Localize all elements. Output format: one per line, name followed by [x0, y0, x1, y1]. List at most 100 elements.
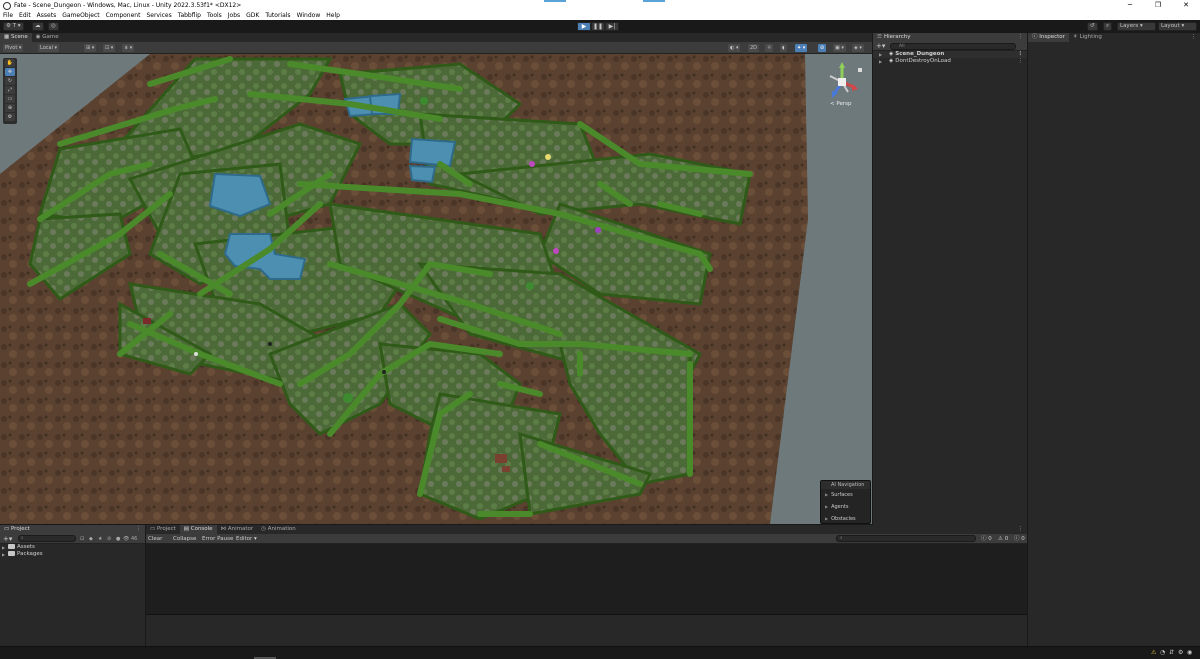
console-detail-area — [146, 614, 1027, 646]
2d-toggle[interactable]: 2D — [748, 44, 760, 52]
menu-tools[interactable]: Tools — [207, 12, 222, 19]
row-menu-icon[interactable]: ⋮ — [1018, 58, 1024, 65]
lighting-toggle[interactable]: ☼ — [765, 44, 774, 52]
tab-inspector[interactable]: ⓘ Inspector — [1028, 33, 1069, 42]
menu-jobs[interactable]: Jobs — [228, 12, 240, 19]
hidden-objects-toggle[interactable]: ⊘ — [818, 44, 827, 52]
menu-gameobject[interactable]: GameObject — [62, 12, 99, 19]
panel-menu-icon[interactable]: ⋮ — [136, 525, 142, 534]
scale-tool-icon[interactable]: ⤢ — [5, 86, 15, 94]
favorite-icon[interactable]: ★ — [98, 535, 107, 543]
tab-animation[interactable]: ◷ Animation — [257, 525, 300, 534]
tab-animator[interactable]: ⋈ Animator — [217, 525, 258, 534]
rotate-tool-icon[interactable]: ↻ — [5, 77, 15, 85]
ai-nav-obstacles[interactable]: ▶ Obstacles — [821, 513, 870, 524]
editor-dropdown[interactable]: Editor ▾ — [236, 534, 257, 544]
tab-scene[interactable]: ▦ Scene — [0, 33, 32, 42]
panel-menu-icon[interactable]: ⋮ — [1018, 33, 1024, 42]
console-search-input[interactable]: ⌕ — [836, 535, 976, 542]
layout-dropdown[interactable]: Layout ▾ — [1158, 22, 1197, 31]
tab-project[interactable]: ▭ Project ⋮ — [0, 525, 145, 534]
menu-tabbflip[interactable]: Tabbflip — [178, 12, 201, 19]
move-tool-icon[interactable]: ✥ — [5, 68, 15, 76]
hierarchy-search-input[interactable]: All — [890, 43, 1016, 50]
ai-nav-surfaces[interactable]: ▶ Surfaces — [821, 489, 870, 501]
progress-icon[interactable]: ◔ — [1160, 649, 1169, 656]
audio-toggle[interactable]: ◖ — [780, 44, 787, 52]
row-menu-icon[interactable]: ⋮ — [1018, 51, 1024, 58]
pivot-dropdown[interactable]: Pivot ▾ — [3, 44, 24, 52]
fold-arrow-icon[interactable]: ▶ — [2, 544, 5, 551]
collab-icon[interactable]: ◎ — [48, 22, 59, 31]
hidden-packages-icon[interactable]: ⊘ — [107, 535, 116, 543]
filter-type-icon[interactable]: ⊡ — [80, 535, 89, 543]
warning-counter[interactable]: ⚠ 0 — [998, 534, 1008, 544]
hierarchy-row-scene[interactable]: ▶ ◈ Scene_Dungeon ⋮ — [873, 51, 1027, 58]
warning-icon[interactable]: ⚠ — [1151, 649, 1160, 656]
menu-tutorials[interactable]: Tutorials — [265, 12, 290, 19]
rect-tool-icon[interactable]: ▭ — [5, 95, 15, 103]
panel-menu-icon[interactable]: ⋮ — [1018, 525, 1024, 534]
history-icon[interactable]: ↺ — [1087, 22, 1098, 31]
tab-console[interactable]: ▤ Console — [179, 525, 217, 534]
gizmos-dropdown[interactable]: ◈ ▾ — [852, 44, 864, 52]
menu-window[interactable]: Window — [297, 12, 321, 19]
persp-label[interactable]: < Persp — [830, 101, 851, 107]
log-counter[interactable]: ⓘ 0 — [981, 534, 992, 544]
panel-menu-icon[interactable]: ⋮ — [1191, 33, 1197, 42]
pause-button[interactable]: ❚❚ — [591, 22, 605, 31]
search-icon[interactable]: ⌕ — [1103, 22, 1113, 31]
cloud-icon[interactable]: ☁ — [32, 22, 44, 31]
project-row-packages[interactable]: ▶ Packages — [0, 551, 145, 558]
menu-edit[interactable]: Edit — [19, 12, 31, 19]
hand-tool-icon[interactable]: ✋ — [5, 59, 15, 67]
error-counter[interactable]: ⓘ 0 — [1014, 534, 1025, 544]
fold-arrow-icon[interactable]: ▶ — [2, 551, 5, 558]
tab-hierarchy[interactable]: ☰ Hierarchy ⋮ — [873, 33, 1027, 42]
fold-arrow-icon[interactable]: ▶ — [879, 51, 882, 58]
account-dropdown[interactable]: ⚙ T ▾ — [3, 22, 24, 31]
collapse-button[interactable]: Collapse — [173, 534, 196, 544]
tab-lighting[interactable]: ☀ Lighting — [1069, 33, 1106, 42]
tab-game[interactable]: ◉ Game — [32, 33, 63, 42]
effects-dropdown[interactable]: ✦ ▾ — [795, 44, 808, 52]
project-row-assets[interactable]: ▶ Assets — [0, 544, 145, 551]
menu-gdk[interactable]: GDK — [246, 12, 259, 19]
menu-services[interactable]: Services — [146, 12, 171, 19]
transform-tool-icon[interactable]: ⊕ — [5, 104, 15, 112]
custom-tool-icon[interactable]: ⚙ — [5, 113, 15, 121]
fold-arrow-icon[interactable]: ▶ — [879, 58, 882, 65]
scene-tab-bar: ▦ Scene ◉ Game — [0, 33, 872, 42]
menu-file[interactable]: File — [3, 12, 13, 19]
tab-project-2[interactable]: ▭ Project — [146, 525, 180, 534]
camera-dropdown[interactable]: ▣ ▾ — [833, 44, 846, 52]
shading-mode-dropdown[interactable]: ◐ ▾ — [728, 44, 741, 52]
play-button[interactable]: ▶ — [577, 22, 591, 31]
project-search-input[interactable]: ⌕ — [18, 535, 76, 542]
create-button[interactable]: +▾ — [876, 42, 885, 51]
settings-icon[interactable]: ⚙ — [1178, 649, 1187, 656]
increment-snap-dropdown[interactable]: ⋔ ▾ — [122, 44, 135, 52]
grid-dropdown[interactable]: ⊞ ▾ — [84, 44, 97, 52]
maximize-button[interactable]: ❐ — [1144, 0, 1172, 11]
folder-icon — [8, 544, 15, 549]
menu-help[interactable]: Help — [326, 12, 340, 19]
step-button[interactable]: ▶| — [605, 22, 619, 31]
network-icon[interactable]: ⇵ — [1169, 649, 1178, 656]
local-dropdown[interactable]: Local ▾ — [38, 44, 60, 52]
menu-component[interactable]: Component — [106, 12, 141, 19]
ai-nav-agents[interactable]: ▶ Agents — [821, 501, 870, 513]
taskbar-indicator-2 — [643, 0, 665, 2]
close-button[interactable]: ✕ — [1172, 0, 1200, 11]
notifications-icon[interactable]: ◉ — [1187, 649, 1196, 656]
clear-button[interactable]: Clear — [148, 534, 162, 544]
hierarchy-row-dontdestroy[interactable]: ▶ ◈ DontDestroyOnLoad ⋮ — [873, 58, 1027, 65]
create-button[interactable]: +▾ — [3, 534, 12, 544]
menu-assets[interactable]: Assets — [37, 12, 57, 19]
minimize-button[interactable]: ─ — [1116, 0, 1144, 11]
scene-viewport[interactable]: ✋ ✥ ↻ ⤢ ▭ ⊕ ⚙ < Persp AI Navigation ▶ Sur… — [0, 54, 872, 524]
snap-dropdown[interactable]: ⊡ ▾ — [103, 44, 116, 52]
filter-label-icon[interactable]: ◆ — [89, 535, 98, 543]
layers-dropdown[interactable]: Layers ▾ — [1117, 22, 1156, 31]
error-pause-button[interactable]: Error Pause — [202, 534, 233, 544]
